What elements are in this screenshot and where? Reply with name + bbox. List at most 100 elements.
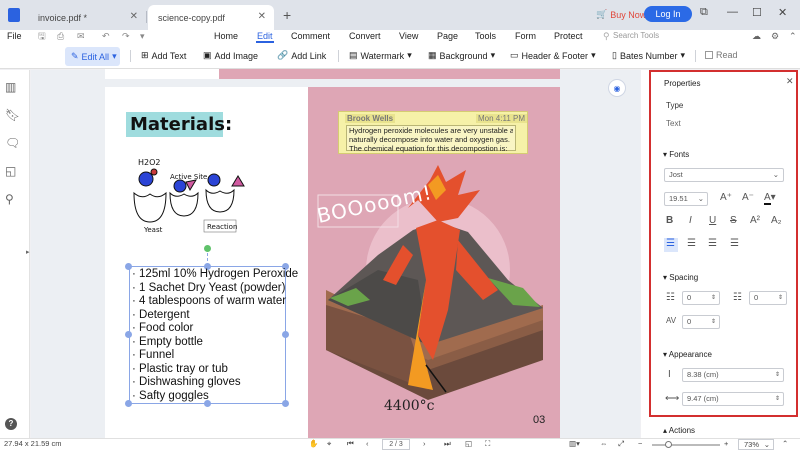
- menu-protect[interactable]: Protect: [554, 30, 583, 43]
- undo-icon[interactable]: ↶: [102, 30, 110, 43]
- close-icon[interactable]: ✕: [130, 11, 138, 22]
- collapse-left-icon[interactable]: ▸: [26, 248, 30, 256]
- zoom-out-icon[interactable]: −: [638, 439, 642, 448]
- zoom-level-select[interactable]: 73% ⌄: [738, 439, 774, 450]
- font-family-select[interactable]: Jost ⌄: [664, 168, 784, 182]
- edit-all-button[interactable]: ✎ Edit All ▾: [65, 47, 120, 66]
- add-link-button[interactable]: 🔗 Add Link: [277, 50, 326, 61]
- justify-icon[interactable]: ☰: [730, 238, 739, 249]
- yeast-reaction-diagram[interactable]: H2O2 Active Site Yeast Reaction: [128, 150, 258, 235]
- align-center-icon[interactable]: ☰: [687, 238, 696, 249]
- bates-number-button[interactable]: ▯ Bates Number ▾: [612, 50, 685, 61]
- maximize-button[interactable]: ☐: [752, 6, 762, 19]
- line-spacing-input[interactable]: 0 ⇕: [682, 291, 720, 305]
- fit-page-icon[interactable]: ⛶: [485, 439, 490, 449]
- menu-view[interactable]: View: [399, 30, 418, 43]
- width-input[interactable]: 9.47 (cm) ⇕: [682, 392, 784, 406]
- first-page-icon[interactable]: ⏮: [347, 439, 354, 449]
- login-button[interactable]: Log In: [644, 6, 692, 22]
- subscript-icon[interactable]: A₂: [771, 215, 782, 226]
- dropdown-icon[interactable]: ▾: [140, 30, 145, 43]
- toolbar-divider: [338, 50, 339, 62]
- expand-icon[interactable]: ⌃: [789, 30, 797, 43]
- height-input[interactable]: 8.38 (cm) ⇕: [682, 368, 784, 382]
- resize-handle[interactable]: [282, 331, 289, 338]
- spacing-section[interactable]: ▾ Spacing: [663, 273, 698, 282]
- previous-page-icon[interactable]: ‹: [366, 439, 369, 448]
- attachment-icon[interactable]: ◱: [5, 164, 16, 178]
- upload-cloud-icon[interactable]: ☁: [752, 30, 761, 43]
- zoom-in-icon[interactable]: +: [724, 439, 728, 448]
- read-toggle[interactable]: Read: [705, 50, 738, 60]
- comment-icon[interactable]: 🗨︎: [5, 136, 20, 150]
- resize-handle[interactable]: [125, 331, 132, 338]
- search-tools-input[interactable]: Search Tools: [613, 30, 659, 43]
- bookmark-icon[interactable]: 🔖︎: [5, 108, 20, 122]
- align-right-icon[interactable]: ☰: [708, 238, 717, 249]
- buy-now-button[interactable]: 🛒 Buy Now: [596, 9, 646, 20]
- last-page-icon[interactable]: ⏭: [444, 439, 451, 449]
- menu-comment[interactable]: Comment: [291, 30, 330, 43]
- zoom-slider[interactable]: [652, 444, 720, 446]
- search-icon[interactable]: ⚲: [5, 192, 14, 206]
- menu-page[interactable]: Page: [437, 30, 458, 43]
- add-text-button[interactable]: ⊞ Add Text: [141, 50, 186, 61]
- close-icon[interactable]: ✕: [258, 11, 266, 22]
- close-icon[interactable]: ✕: [786, 76, 794, 87]
- materials-heading[interactable]: Materials:: [126, 112, 232, 137]
- mail-icon[interactable]: ✉: [77, 30, 85, 43]
- collapse-status-icon[interactable]: ⌃: [782, 439, 788, 448]
- font-size-select[interactable]: 19.51 ⌄: [664, 192, 708, 206]
- tab-science-copy[interactable]: science-copy.pdf ✕: [148, 5, 274, 30]
- page-number-input[interactable]: 2 / 3: [382, 439, 410, 450]
- decrease-font-icon[interactable]: A⁻: [742, 192, 754, 203]
- increase-font-icon[interactable]: A⁺: [720, 192, 732, 203]
- view-mode-icon[interactable]: ▥▾: [569, 439, 580, 448]
- watermark-button[interactable]: ▤ Watermark ▾: [349, 50, 412, 61]
- ai-assistant-button[interactable]: ◉: [608, 79, 626, 97]
- save-icon[interactable]: 🖫: [38, 30, 46, 43]
- close-window-button[interactable]: ✕: [778, 6, 787, 19]
- header-footer-button[interactable]: ▭ Header & Footer ▾: [510, 50, 596, 61]
- menu-file[interactable]: File: [7, 30, 22, 43]
- strikethrough-icon[interactable]: S: [730, 215, 737, 226]
- paragraph-spacing-input[interactable]: 0 ⇕: [749, 291, 787, 305]
- settings-icon[interactable]: ⚙: [771, 30, 779, 43]
- feedback-icon[interactable]: ⧉: [700, 6, 708, 19]
- menu-tools[interactable]: Tools: [475, 30, 496, 43]
- background-button[interactable]: ▦ Background ▾: [428, 50, 495, 61]
- redo-icon[interactable]: ↷: [122, 30, 130, 43]
- font-color-icon[interactable]: A▾: [764, 192, 776, 205]
- add-image-button[interactable]: ▣ Add Image: [203, 50, 258, 61]
- hand-tool-icon[interactable]: ✋: [309, 439, 318, 448]
- resize-handle[interactable]: [282, 400, 289, 407]
- underline-icon[interactable]: U: [709, 215, 716, 226]
- appearance-section[interactable]: ▾ Appearance: [663, 350, 712, 359]
- bold-icon[interactable]: B: [666, 215, 673, 226]
- fonts-section[interactable]: ▾ Fonts: [663, 150, 689, 159]
- menu-form[interactable]: Form: [515, 30, 536, 43]
- resize-handle[interactable]: [125, 263, 132, 270]
- italic-icon[interactable]: I: [689, 215, 692, 226]
- fit-width-icon[interactable]: ⇔: [600, 439, 608, 448]
- menu-home[interactable]: Home: [214, 30, 238, 43]
- actions-section[interactable]: ▴ Actions: [663, 426, 695, 435]
- rotate-handle[interactable]: [204, 245, 211, 252]
- new-tab-button[interactable]: +: [283, 7, 291, 23]
- menu-convert[interactable]: Convert: [349, 30, 381, 43]
- fullscreen-icon[interactable]: ⤢: [618, 439, 624, 449]
- resize-handle[interactable]: [125, 400, 132, 407]
- tab-invoice[interactable]: invoice.pdf * ✕: [28, 5, 146, 30]
- minimize-button[interactable]: —: [727, 6, 738, 18]
- character-spacing-input[interactable]: 0 ⇕: [682, 315, 720, 329]
- select-tool-icon[interactable]: ⌖: [327, 439, 331, 449]
- superscript-icon[interactable]: A²: [750, 215, 760, 226]
- chevron-down-icon: ⌄: [763, 440, 770, 449]
- help-icon[interactable]: ?: [5, 418, 17, 430]
- next-page-icon[interactable]: ›: [423, 439, 426, 448]
- print-icon[interactable]: ⎙: [57, 30, 64, 43]
- rotate-icon[interactable]: ◱: [465, 439, 472, 448]
- thumbnails-icon[interactable]: ▥: [5, 80, 16, 94]
- note-body[interactable]: Hydrogen peroxide molecules are very uns…: [346, 125, 516, 153]
- zoom-slider-handle[interactable]: [665, 441, 672, 448]
